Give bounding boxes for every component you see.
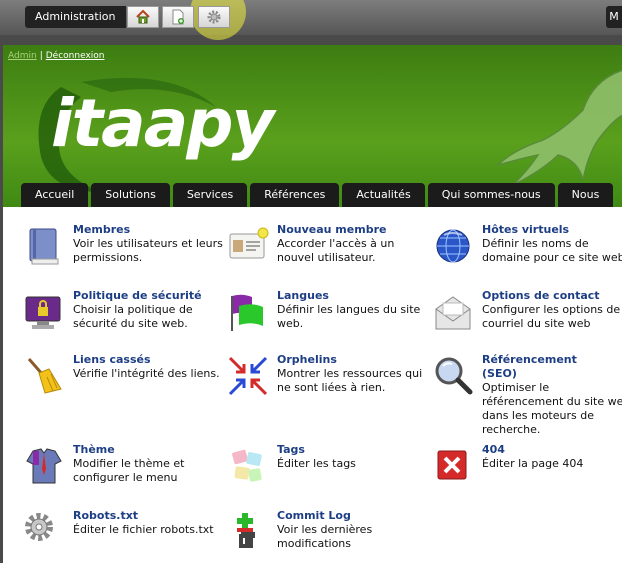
gear-icon xyxy=(207,10,221,24)
home-button[interactable] xyxy=(127,6,159,28)
item-title[interactable]: Référencement (SEO) xyxy=(482,353,602,381)
nav-tab-services[interactable]: Services xyxy=(172,183,248,207)
globe-icon xyxy=(436,229,470,263)
item-description: Modifier le thème et configurer le menu xyxy=(73,457,185,484)
item-description: Définir les langues du site web. xyxy=(277,303,421,330)
id-card-icon xyxy=(229,227,269,259)
item-description: Choisir la politique de sécurité du site… xyxy=(73,303,193,330)
nav-tab-solutions[interactable]: Solutions xyxy=(91,183,170,207)
item-description: Éditer la page 404 xyxy=(482,457,584,470)
flags-icon xyxy=(231,294,263,331)
converging-arrows-icon xyxy=(228,356,268,396)
git-icon xyxy=(237,513,255,548)
admin-toolbar: Administration M xyxy=(0,0,622,40)
item-description: Montrer les ressources qui ne sont liées… xyxy=(277,367,423,394)
shirt-icon xyxy=(26,448,62,484)
item-title[interactable]: Politique de sécurité xyxy=(73,289,202,302)
item-title[interactable]: Tags xyxy=(277,443,305,456)
site-header: Admin | Déconnexion itaapy Accueil Solutio… xyxy=(3,45,622,207)
logout-link[interactable]: Déconnexion xyxy=(46,51,105,61)
nav-tab-accueil[interactable]: Accueil xyxy=(21,183,89,207)
item-description: Configurer les options de courriel du si… xyxy=(482,303,621,330)
nav-tab-actualites[interactable]: Actualités xyxy=(342,183,425,207)
item-title[interactable]: Hôtes virtuels xyxy=(482,223,569,236)
item-title[interactable]: Commit Log xyxy=(277,509,351,522)
item-description: Éditer le fichier robots.txt xyxy=(73,523,214,536)
lock-monitor-icon xyxy=(25,296,61,329)
page-frame: Admin | Déconnexion itaapy Accueil Solutio… xyxy=(3,45,622,563)
new-page-icon xyxy=(172,9,184,25)
administration-menu[interactable]: Administration xyxy=(25,6,126,28)
site-logo[interactable]: itaapy xyxy=(51,85,275,162)
item-title[interactable]: Robots.txt xyxy=(73,509,138,522)
book-icon xyxy=(29,228,59,265)
item-description: Éditer les tags xyxy=(277,457,356,470)
broom-icon xyxy=(27,358,62,394)
lizard-illustration-icon xyxy=(495,69,622,186)
item-title[interactable]: Options de contact xyxy=(482,289,600,302)
new-page-button[interactable] xyxy=(162,6,194,28)
main-navigation: Accueil Solutions Services Références Ac… xyxy=(21,183,614,207)
item-title[interactable]: Liens cassés xyxy=(73,353,151,366)
item-description: Accorder l'accès à un nouvel utilisateur… xyxy=(277,237,395,264)
item-description: Voir les utilisateurs et leurs permissio… xyxy=(73,237,223,264)
item-description: Définir les noms de domaine pour ce site… xyxy=(482,237,622,264)
home-icon xyxy=(136,9,150,24)
item-title[interactable]: Langues xyxy=(277,289,329,302)
item-title[interactable]: Nouveau membre xyxy=(277,223,386,236)
item-title[interactable]: Thème xyxy=(73,443,115,456)
tags-icon xyxy=(232,449,262,482)
nav-tab-nous[interactable]: Nous xyxy=(557,183,614,207)
item-title[interactable]: 404 xyxy=(482,443,505,456)
error-x-icon xyxy=(437,450,467,480)
gear-icon xyxy=(25,513,53,541)
username-link[interactable]: Admin xyxy=(8,51,37,61)
item-title[interactable]: Membres xyxy=(73,223,130,236)
magnifier-icon xyxy=(435,357,473,395)
user-links: Admin | Déconnexion xyxy=(8,51,105,61)
envelope-icon xyxy=(435,296,471,330)
item-title[interactable]: Orphelins xyxy=(277,353,337,366)
nav-tab-qui-sommes-nous[interactable]: Qui sommes-nous xyxy=(427,183,555,207)
settings-button[interactable] xyxy=(198,6,230,28)
item-description: Vérifie l'intégrité des liens. xyxy=(73,367,220,380)
admin-panel: Membres Voir les utilisateurs et leurs p… xyxy=(3,207,622,563)
item-description: Optimiser le référencement du site web d… xyxy=(482,381,622,436)
item-description: Voir les dernières modifications xyxy=(277,523,373,550)
nav-tab-references[interactable]: Références xyxy=(250,183,340,207)
admin-right-menu[interactable]: M xyxy=(606,6,622,28)
